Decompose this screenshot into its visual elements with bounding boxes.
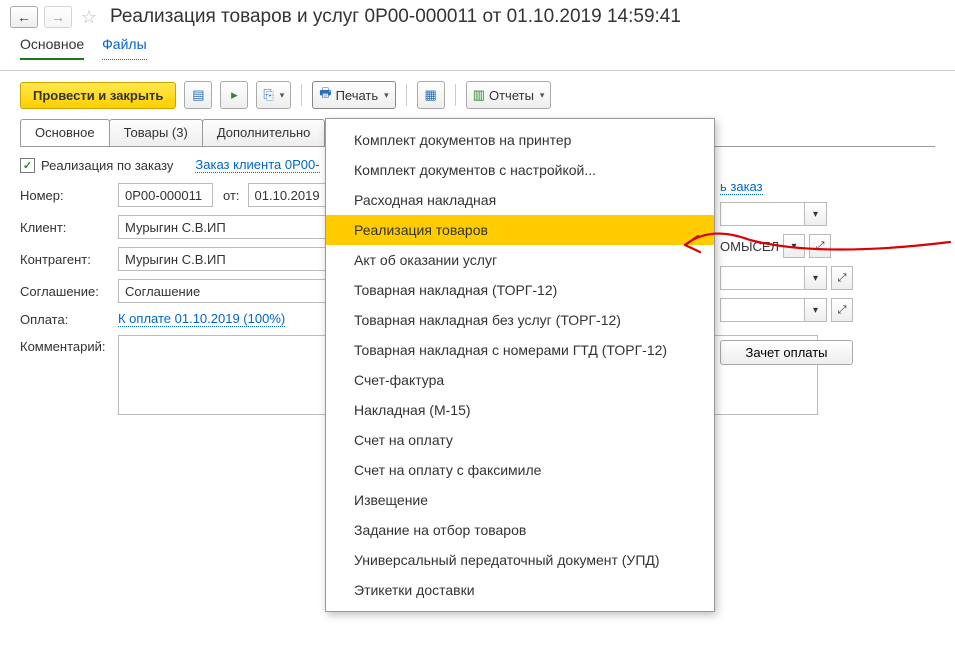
print-button[interactable]: 🖶 Печать [312,81,395,109]
print-menu-item[interactable]: Универсальный передаточный документ (УПД… [326,545,714,575]
print-label: Печать [336,88,379,103]
page-title: Реализация товаров и услуг 0Р00-000011 о… [110,6,681,28]
unknown-picker-2[interactable]: ▾ [805,266,827,290]
nav-back-button[interactable]: ← [10,6,38,28]
print-menu-item[interactable]: Извещение [326,485,714,515]
comment-label: Комментарий: [20,335,118,354]
print-menu-item[interactable]: Товарная накладная без услуг (ТОРГ-12) [326,305,714,335]
toolbar-separator [301,84,302,106]
by-order-label: Реализация по заказу [41,158,173,173]
print-menu-item[interactable]: Счет на оплату с факсимиле [326,455,714,485]
print-menu-item[interactable]: Товарная накладная с номерами ГТД (ТОРГ-… [326,335,714,365]
report-icon: ▥ [473,87,485,103]
print-menu-item[interactable]: Расходная накладная [326,185,714,215]
counterparty-label: Контрагент: [20,252,118,267]
unknown-input-2[interactable] [720,266,805,290]
nav-forward-button[interactable]: → [44,6,72,28]
print-menu-item[interactable]: Этикетки доставки [326,575,714,605]
toolbar-separator-3 [455,84,456,106]
post-icon: ▸ [231,87,238,103]
tab-goods[interactable]: Товары (3) [109,119,203,146]
unknown-input-3[interactable] [720,298,805,322]
date-input[interactable]: 01.10.2019 [248,183,328,207]
number-input[interactable]: 0Р00-000011 [118,183,213,207]
print-menu-item[interactable]: Счет на оплату [326,425,714,455]
unknown-input-1[interactable] [720,202,805,226]
favorite-star-icon[interactable]: ☆ [78,6,100,28]
print-menu-item[interactable]: Комплект документов с настройкой... [326,155,714,185]
agreement-label: Соглашение: [20,284,118,299]
reports-label: Отчеты [489,88,534,103]
counterparty-input[interactable]: Мурыгин С.В.ИП [118,247,328,271]
offset-payment-button[interactable]: Зачет оплаты [720,340,853,365]
structure-button[interactable]: ▦ [417,81,445,109]
print-menu-item[interactable]: Накладная (М-15) [326,395,714,425]
by-order-checkbox[interactable]: ✓ [20,158,35,173]
reports-button[interactable]: ▥ Отчеты [466,81,552,109]
right-open-2[interactable]: ⤢ [831,266,853,290]
client-input[interactable]: Мурыгин С.В.ИП [118,215,328,239]
print-menu-item[interactable]: Комплект документов на принтер [326,125,714,155]
number-label: Номер: [20,188,118,203]
right-open-1[interactable]: ⤢ [809,234,831,258]
unknown-picker-1[interactable]: ▾ [805,202,827,226]
print-menu-item[interactable]: Товарная накладная (ТОРГ-12) [326,275,714,305]
printer-icon: 🖶 [319,84,331,106]
list-icon: ▦ [425,87,437,103]
unknown-picker-3[interactable]: ▾ [805,298,827,322]
toolbar-separator-2 [406,84,407,106]
tab-main[interactable]: Основное [20,119,110,146]
floppy-icon: ▤ [192,87,204,103]
post-button[interactable]: ▸ [220,81,248,109]
create-based-on-button[interactable]: ⎘ [256,81,291,109]
print-menu-item[interactable]: Счет-фактура [326,365,714,395]
print-menu-item[interactable]: Задание на отбор товаров [326,515,714,545]
save-button[interactable]: ▤ [184,81,212,109]
agreement-input[interactable]: Соглашение [118,279,328,303]
subnav-files[interactable]: Файлы [102,36,146,60]
print-menu-item[interactable]: Реализация товаров [326,215,714,245]
subnav-main[interactable]: Основное [20,36,84,60]
tab-extra[interactable]: Дополнительно [202,119,326,146]
right-value: ОМЫСЕЛ [720,239,779,254]
print-menu-item[interactable]: Акт об оказании услуг [326,245,714,275]
payment-label: Оплата: [20,312,118,327]
print-dropdown-menu: Комплект документов на принтерКомплект д… [325,118,715,612]
client-label: Клиент: [20,220,118,235]
right-picker[interactable]: ▾ [783,234,805,258]
post-and-close-button[interactable]: Провести и закрыть [20,82,176,109]
by-order-link[interactable]: Заказ клиента 0Р00- [195,157,319,173]
payment-link[interactable]: К оплате 01.10.2019 (100%) [118,311,285,327]
right-order-link[interactable]: ь заказ [720,179,763,195]
from-label: от: [223,188,240,203]
right-open-3[interactable]: ⤢ [831,298,853,322]
doc-icon: ⎘ [263,87,273,103]
